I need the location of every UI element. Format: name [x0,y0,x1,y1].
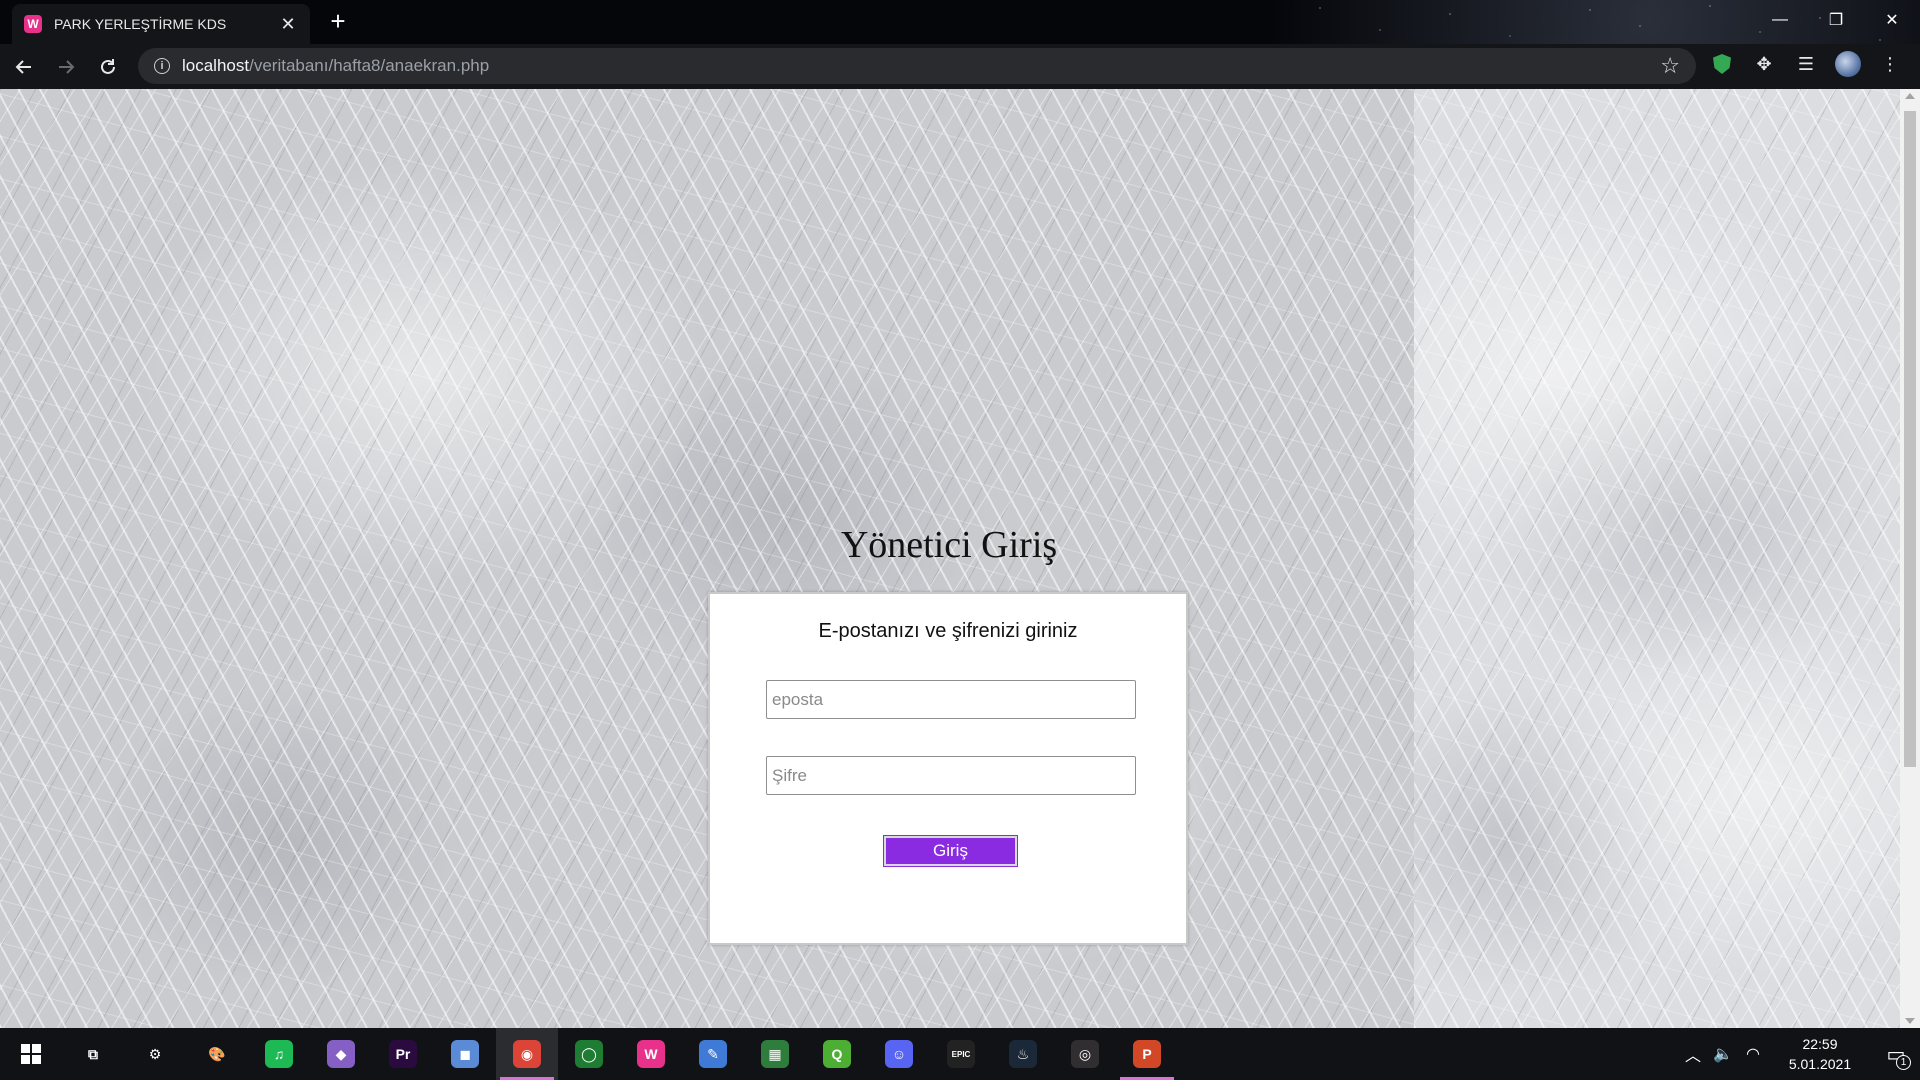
media-playlist-icon[interactable]: ☰ [1792,50,1820,78]
taskbar-app-spotify[interactable]: ♫ [248,1028,310,1080]
premiere-pro-icon: Pr [389,1040,417,1068]
windows-logo-icon [21,1044,41,1064]
url-host: localhost [182,56,250,75]
clock-date: 5.01.2021 [1788,1056,1852,1072]
epic-games-icon: EPIC [947,1040,975,1068]
browser-tab[interactable]: W PARK YERLEŞTİRME KDS ✕ [12,4,310,44]
3d-viewer-icon: ◼ [451,1040,479,1068]
page-viewport: Yönetici Giriş E-postanızı ve şifrenizi … [0,89,1920,1028]
back-arrow-icon[interactable] [6,49,42,85]
close-window-button[interactable]: ✕ [1864,0,1920,40]
spotify-icon: ♫ [265,1040,293,1068]
taskbar-app-task-view[interactable]: ⧉ [62,1028,124,1080]
taskbar-app-qlik[interactable]: Q [806,1028,868,1080]
login-submit-button[interactable]: Giriş [883,835,1018,867]
obs-icon: ◎ [1071,1040,1099,1068]
taskbar-app-3d-viewer[interactable]: ◼ [434,1028,496,1080]
taskbar-app-visual-studio[interactable]: ◆ [310,1028,372,1080]
taskbar-app-notepad[interactable]: ✎ [682,1028,744,1080]
scroll-down-arrow-icon[interactable] [1905,1018,1915,1024]
login-form-card: E-postanızı ve şifrenizi giriniz Giriş [708,592,1188,945]
url-path: /veritabanı/hafta8/anaekran.php [249,56,490,75]
tab-title: PARK YERLEŞTİRME KDS [54,16,227,32]
adblock-shield-icon[interactable] [1708,50,1736,78]
chrome-icon: ◉ [513,1040,541,1068]
discord-icon: ☺ [885,1040,913,1068]
taskbar-app-powerpoint[interactable]: P [1116,1028,1178,1080]
page-title: Yönetici Giriş [840,524,1058,566]
notification-count-badge: 1 [1896,1055,1911,1070]
tray-chevron-up-icon[interactable]: ︿ [1678,1042,1708,1066]
menu-kebab-icon[interactable]: ⋮ [1876,50,1904,78]
minimize-button[interactable]: — [1752,0,1808,40]
steelseries-icon: ⚙ [148,1045,162,1062]
extensions-puzzle-icon[interactable]: ✥ [1750,50,1778,78]
visual-studio-icon: ◆ [327,1040,355,1068]
system-tray: ︿ 🔈 ◠ 22:59 5.01.2021 ▭ 1 [1678,1028,1920,1080]
scroll-thumb[interactable] [1904,111,1916,767]
browser-toolbar: i localhost/veritabanı/hafta8/anaekran.p… [0,44,1920,89]
browser-title-bar: W PARK YERLEŞTİRME KDS ✕ + — ❐ ✕ [0,0,1920,44]
taskbar-app-steelseries[interactable]: ⚙ [124,1028,186,1080]
scroll-up-arrow-icon[interactable] [1905,93,1915,99]
taskbar-app-steam[interactable]: ♨ [992,1028,1054,1080]
bookmark-star-icon[interactable]: ☆ [1660,53,1680,79]
taskbar-app-premiere-pro[interactable]: Pr [372,1028,434,1080]
taskbar-app-epic-games[interactable]: EPIC [930,1028,992,1080]
wampserver-favicon-icon: W [24,15,42,33]
new-tab-button[interactable]: + [324,8,352,36]
reload-icon[interactable] [90,49,126,85]
tab-close-icon[interactable]: ✕ [278,14,298,35]
email-field[interactable] [766,680,1136,719]
paint-icon: 🎨 [208,1045,226,1062]
page-scrollbar[interactable] [1900,89,1920,1028]
qlik-icon: Q [823,1040,851,1068]
clock[interactable]: 22:59 5.01.2021 [1778,1034,1862,1074]
url-text[interactable]: localhost/veritabanı/hafta8/anaekran.php [182,56,1660,76]
site-info-icon[interactable]: i [154,58,170,74]
excel-file-icon: ▦ [761,1040,789,1068]
taskbar-app-obs[interactable]: ◎ [1054,1028,1116,1080]
forward-arrow-icon[interactable] [48,49,84,85]
password-field[interactable] [766,756,1136,795]
taskbar-app-paint[interactable]: 🎨 [186,1028,248,1080]
task-view-icon: ⧉ [88,1045,98,1062]
window-controls: — ❐ ✕ [1752,0,1920,40]
profile-avatar[interactable] [1834,50,1862,78]
windows-taskbar: ⧉ ⚙ 🎨 ♫ ◆ Pr ◼ ◉ ◯ W ✎ ▦ Q ☺ EPIC ♨ ◎ P ︿ 🔈 ◠ 22:59 5.01.… [0,1028,1920,1080]
greenshot-icon: ◯ [575,1040,603,1068]
wifi-icon[interactable]: ◠ [1738,1044,1768,1064]
powerpoint-icon: P [1133,1040,1161,1068]
wampserver-icon: W [637,1040,665,1068]
notepad-icon: ✎ [699,1040,727,1068]
steam-icon: ♨ [1009,1040,1037,1068]
notification-center-icon[interactable]: ▭ 1 [1872,1028,1920,1080]
taskbar-app-excel-file[interactable]: ▦ [744,1028,806,1080]
card-subtitle: E-postanızı ve şifrenizi giriniz [818,620,1078,642]
taskbar-apps: ⧉ ⚙ 🎨 ♫ ◆ Pr ◼ ◉ ◯ W ✎ ▦ Q ☺ EPIC ♨ ◎ P [62,1028,1178,1080]
restore-button[interactable]: ❐ [1808,0,1864,40]
volume-icon[interactable]: 🔈 [1708,1044,1738,1064]
taskbar-app-wampserver[interactable]: W [620,1028,682,1080]
start-button[interactable] [0,1028,62,1080]
extensions-area: ✥ ☰ ⋮ [1708,50,1904,78]
taskbar-app-greenshot[interactable]: ◯ [558,1028,620,1080]
clock-time: 22:59 [1802,1036,1838,1052]
address-bar[interactable]: i localhost/veritabanı/hafta8/anaekran.p… [138,48,1696,84]
taskbar-app-discord[interactable]: ☺ [868,1028,930,1080]
taskbar-app-chrome[interactable]: ◉ [496,1028,558,1080]
